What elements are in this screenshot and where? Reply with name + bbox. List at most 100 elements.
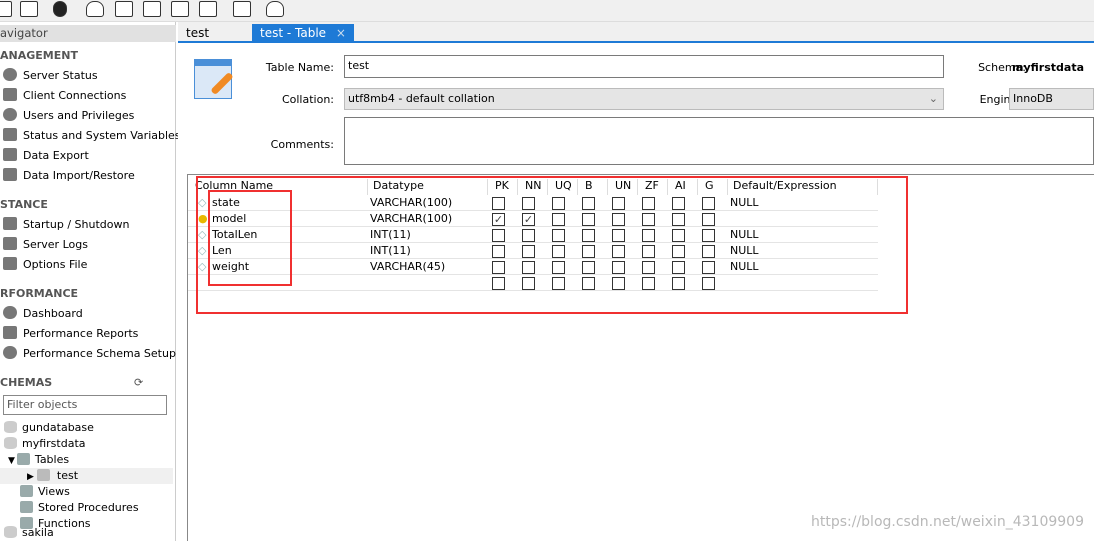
datatype-cell[interactable]: VARCHAR(100) — [370, 211, 452, 227]
info-icon[interactable] — [53, 1, 67, 17]
flag-checkbox-un[interactable] — [612, 229, 625, 242]
flag-checkbox-nn[interactable]: ✓ — [522, 213, 535, 226]
datatype-cell[interactable]: VARCHAR(100) — [370, 195, 452, 211]
table-row[interactable]: ◇ weight VARCHAR(45) NULL — [188, 259, 878, 275]
flag-checkbox-zf[interactable] — [642, 213, 655, 226]
table-row[interactable]: ◇ Len INT(11) NULL — [188, 243, 878, 259]
nav-server-logs[interactable]: Server Logs — [3, 236, 88, 254]
reconnect-icon[interactable] — [266, 1, 284, 17]
tree-tables[interactable]: ▼ Tables — [8, 452, 69, 468]
nav-startup-shutdown[interactable]: Startup / Shutdown — [3, 216, 129, 234]
nav-server-status[interactable]: Server Status — [3, 67, 98, 85]
column-name-cell[interactable]: model — [212, 211, 246, 227]
nav-status-variables[interactable]: Status and System Variables — [3, 127, 181, 145]
flag-checkbox-pk[interactable] — [492, 229, 505, 242]
tree-stored-procedures[interactable]: Stored Procedures — [20, 500, 139, 516]
schema-gundatabase[interactable]: gundatabase — [4, 420, 94, 436]
schema-myfirstdata[interactable]: myfirstdata — [4, 436, 86, 452]
flag-checkbox-g[interactable] — [702, 261, 715, 274]
comments-textarea[interactable] — [344, 117, 1094, 165]
nav-data-import[interactable]: Data Import/Restore — [3, 167, 135, 185]
flag-checkbox-un[interactable] — [612, 261, 625, 274]
column-header[interactable]: NN — [522, 179, 548, 195]
flag-checkbox-ai[interactable] — [672, 197, 685, 210]
flag-checkbox-zf[interactable] — [642, 229, 655, 242]
flag-checkbox-b[interactable] — [582, 277, 595, 290]
flag-checkbox-zf[interactable] — [642, 197, 655, 210]
flag-checkbox-un[interactable] — [612, 245, 625, 258]
collation-select[interactable]: utf8mb4 - default collation ⌄ — [344, 88, 944, 110]
filter-objects-input[interactable]: Filter objects — [3, 395, 167, 415]
engine-select[interactable]: InnoDB — [1009, 88, 1094, 110]
flag-checkbox-g[interactable] — [702, 197, 715, 210]
default-cell[interactable]: NULL — [730, 243, 759, 259]
tab-test[interactable]: test — [178, 24, 252, 43]
flag-checkbox-pk[interactable] — [492, 245, 505, 258]
flag-checkbox-pk[interactable] — [492, 197, 505, 210]
flag-checkbox-b[interactable] — [582, 245, 595, 258]
table-name-input[interactable]: test — [344, 55, 944, 78]
column-header[interactable]: Datatype — [370, 179, 488, 195]
tree-table-test[interactable]: ▶ test — [0, 468, 173, 484]
flag-checkbox-b[interactable] — [582, 197, 595, 210]
nav-client-connections[interactable]: Client Connections — [3, 87, 126, 105]
create-function-icon[interactable] — [199, 1, 217, 17]
flag-checkbox-uq[interactable] — [552, 261, 565, 274]
flag-checkbox-g[interactable] — [702, 213, 715, 226]
flag-checkbox-pk[interactable] — [492, 261, 505, 274]
table-row[interactable]: ◇ state VARCHAR(100) NULL — [188, 195, 878, 211]
flag-checkbox-un[interactable] — [612, 197, 625, 210]
datatype-cell[interactable]: VARCHAR(45) — [370, 259, 445, 275]
flag-checkbox-pk[interactable] — [492, 277, 505, 290]
column-header[interactable]: B — [582, 179, 608, 195]
flag-checkbox-un[interactable] — [612, 277, 625, 290]
nav-performance-schema[interactable]: Performance Schema Setup — [3, 345, 176, 363]
column-name-cell[interactable]: state — [212, 195, 240, 211]
flag-checkbox-nn[interactable] — [522, 277, 535, 290]
nav-dashboard[interactable]: Dashboard — [3, 305, 83, 323]
flag-checkbox-b[interactable] — [582, 213, 595, 226]
tab-test-table[interactable]: test - Table × — [252, 24, 354, 43]
datatype-cell[interactable]: INT(11) — [370, 243, 411, 259]
flag-checkbox-b[interactable] — [582, 229, 595, 242]
schema-sakila[interactable]: sakila — [4, 525, 54, 541]
column-header[interactable]: UQ — [552, 179, 578, 195]
nav-options-file[interactable]: Options File — [3, 256, 87, 274]
flag-checkbox-ai[interactable] — [672, 261, 685, 274]
close-tab-icon[interactable]: × — [336, 26, 346, 40]
table-row[interactable] — [188, 275, 878, 291]
column-header[interactable]: ZF — [642, 179, 668, 195]
create-view-icon[interactable] — [143, 1, 161, 17]
flag-checkbox-nn[interactable] — [522, 229, 535, 242]
nav-data-export[interactable]: Data Export — [3, 147, 89, 165]
tree-views[interactable]: Views — [20, 484, 70, 500]
create-schema-icon[interactable] — [86, 1, 104, 17]
flag-checkbox-zf[interactable] — [642, 245, 655, 258]
default-cell[interactable]: NULL — [730, 227, 759, 243]
column-header[interactable]: Default/Expression — [730, 179, 878, 195]
flag-checkbox-ai[interactable] — [672, 277, 685, 290]
table-row[interactable]: ◇ TotalLen INT(11) NULL — [188, 227, 878, 243]
flag-checkbox-ai[interactable] — [672, 245, 685, 258]
nav-performance-reports[interactable]: Performance Reports — [3, 325, 138, 343]
flag-checkbox-nn[interactable] — [522, 245, 535, 258]
flag-checkbox-uq[interactable] — [552, 213, 565, 226]
flag-checkbox-zf[interactable] — [642, 261, 655, 274]
column-header[interactable]: PK — [492, 179, 518, 195]
flag-checkbox-uq[interactable] — [552, 245, 565, 258]
flag-checkbox-g[interactable] — [702, 229, 715, 242]
column-name-cell[interactable]: TotalLen — [212, 227, 257, 243]
create-procedure-icon[interactable] — [171, 1, 189, 17]
flag-checkbox-g[interactable] — [702, 277, 715, 290]
refresh-icon[interactable]: ⟳ — [134, 376, 143, 389]
flag-checkbox-g[interactable] — [702, 245, 715, 258]
create-table-icon[interactable] — [115, 1, 133, 17]
column-header[interactable]: UN — [612, 179, 638, 195]
default-cell[interactable]: NULL — [730, 195, 759, 211]
new-connection-icon[interactable] — [0, 1, 12, 17]
flag-checkbox-un[interactable] — [612, 213, 625, 226]
flag-checkbox-ai[interactable] — [672, 213, 685, 226]
default-cell[interactable]: NULL — [730, 259, 759, 275]
flag-checkbox-nn[interactable] — [522, 197, 535, 210]
flag-checkbox-uq[interactable] — [552, 229, 565, 242]
